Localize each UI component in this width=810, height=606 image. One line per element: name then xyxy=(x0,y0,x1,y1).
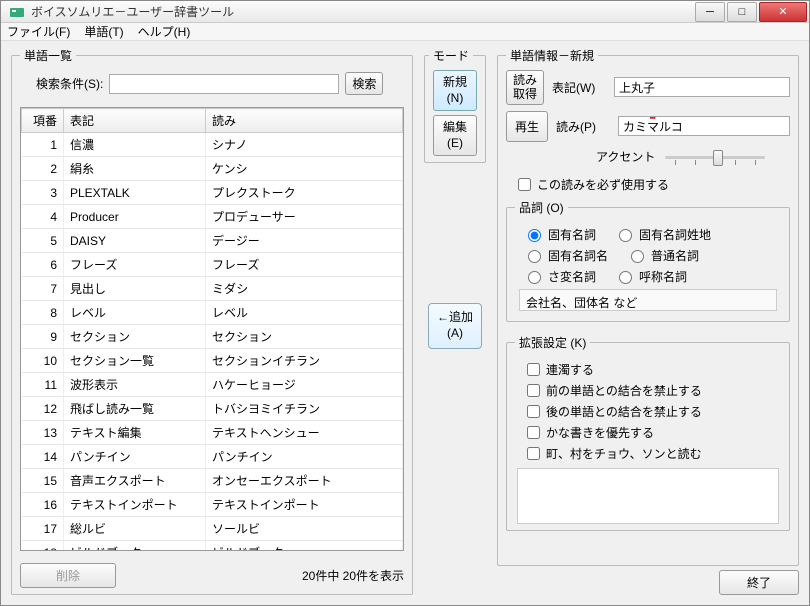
ext-chou-checkbox[interactable] xyxy=(527,447,540,460)
right-column: 単語情報－新規 読み 取得 表記(W) 再生 読み(P) ━ アクセント xyxy=(497,47,799,595)
menu-help[interactable]: ヘルプ(H) xyxy=(138,23,191,40)
get-reading-button[interactable]: 読み 取得 xyxy=(506,70,544,105)
table-row[interactable]: 3PLEXTALKプレクストーク xyxy=(22,181,403,205)
table-row[interactable]: 16テキストインポートテキストインポート xyxy=(22,493,403,517)
radio-sahen[interactable]: さ変名詞 xyxy=(523,268,596,285)
table-row[interactable]: 17総ルビソールビ xyxy=(22,517,403,541)
ext-notes xyxy=(517,468,779,524)
ext-panel: 拡張設定 (K) 連濁する 前の単語との結合を禁止する 後の単語との結合を禁止す… xyxy=(506,334,790,531)
radio-koyuu[interactable]: 固有名詞 xyxy=(523,226,596,243)
hyoki-input[interactable] xyxy=(614,77,790,97)
table-row[interactable]: 1信濃シナノ xyxy=(22,133,403,157)
content: 単語一覧 検索条件(S): 検索 項番 表記 読み 1信濃シナノ2絹糸ケンシ3P… xyxy=(1,41,809,605)
hyoki-label: 表記(W) xyxy=(552,79,606,96)
yomi-input[interactable] xyxy=(618,116,790,136)
table-footer: 削除 20件中 20件を表示 xyxy=(20,563,404,588)
table-row[interactable]: 4Producerプロデューサー xyxy=(22,205,403,229)
hinshi-legend: 品詞 (O) xyxy=(515,199,568,216)
search-row: 検索条件(S): 検索 xyxy=(36,72,404,95)
table-row[interactable]: 10セクション一覧セクションイチラン xyxy=(22,349,403,373)
yomi-row: 再生 読み(P) ━ xyxy=(506,111,790,142)
window-buttons: ─ □ ✕ xyxy=(693,2,807,22)
col-hyoki[interactable]: 表記 xyxy=(64,109,206,133)
table-row[interactable]: 12飛ばし読み一覧トバシヨミイチラン xyxy=(22,397,403,421)
mode-legend: モード xyxy=(429,47,473,64)
radio-koshou[interactable]: 呼称名詞 xyxy=(614,268,687,285)
hyoki-row: 読み 取得 表記(W) xyxy=(506,70,790,105)
ext-kana-checkbox[interactable] xyxy=(527,426,540,439)
mode-new-button[interactable]: 新規 (N) xyxy=(433,70,477,111)
yomi-label: 読み(P) xyxy=(556,118,610,135)
radio-koyuu-sei[interactable]: 固有名詞姓地 xyxy=(614,226,711,243)
hinshi-radios: 固有名詞 固有名詞姓地 固有名詞名 普通名詞 さ変名詞 呼称名詞 xyxy=(523,226,781,285)
ext-nonext-checkbox[interactable] xyxy=(527,405,540,418)
table-row[interactable]: 14パンチインパンチイン xyxy=(22,445,403,469)
exit-button[interactable]: 終了 xyxy=(719,570,799,595)
slider-thumb-icon[interactable] xyxy=(713,150,723,166)
ext-noprev-checkbox[interactable] xyxy=(527,384,540,397)
table-row[interactable]: 9セクションセクション xyxy=(22,325,403,349)
always-use-checkbox[interactable] xyxy=(518,178,531,191)
app-icon xyxy=(9,4,25,20)
play-button[interactable]: 再生 xyxy=(506,111,548,142)
radio-koyuu-mei[interactable]: 固有名詞名 xyxy=(523,247,608,264)
add-button[interactable]: ←追加 (A) xyxy=(428,303,482,348)
window-title: ボイスソムリエ－ユーザー辞書ツール xyxy=(31,3,693,20)
table-row[interactable]: 7見出しミダシ xyxy=(22,277,403,301)
ext-rendaku-checkbox[interactable] xyxy=(527,363,540,376)
maximize-button[interactable]: □ xyxy=(727,2,757,22)
mid-column: モード 新規 (N) 編集 (E) ←追加 (A) xyxy=(421,47,489,595)
always-use-label: この読みを必ず使用する xyxy=(537,176,669,193)
table-row[interactable]: 2絹糸ケンシ xyxy=(22,157,403,181)
app-window: ボイスソムリエ－ユーザー辞書ツール ─ □ ✕ ファイル(F) 単語(T) ヘル… xyxy=(0,0,810,606)
footer: 終了 xyxy=(497,566,799,595)
ext-legend: 拡張設定 (K) xyxy=(515,334,590,351)
minimize-button[interactable]: ─ xyxy=(695,2,725,22)
table-row[interactable]: 18ビルドブックビルドブック xyxy=(22,541,403,552)
hinshi-desc: 会社名、団体名 など xyxy=(519,289,777,311)
close-button[interactable]: ✕ xyxy=(759,2,807,22)
accent-row: アクセント xyxy=(596,148,790,166)
table-row[interactable]: 5DAISYデージー xyxy=(22,229,403,253)
word-info-panel: 単語情報－新規 読み 取得 表記(W) 再生 読み(P) ━ アクセント xyxy=(497,47,799,566)
word-table-wrap[interactable]: 項番 表記 読み 1信濃シナノ2絹糸ケンシ3PLEXTALKプレクストーク4Pr… xyxy=(20,107,404,551)
search-label: 検索条件(S): xyxy=(36,75,103,92)
word-info-legend: 単語情報－新規 xyxy=(506,47,598,64)
menu-word[interactable]: 単語(T) xyxy=(84,23,123,40)
table-row[interactable]: 13テキスト編集テキストヘンシュー xyxy=(22,421,403,445)
table-row[interactable]: 6フレーズフレーズ xyxy=(22,253,403,277)
mode-panel: モード 新規 (N) 編集 (E) xyxy=(424,47,486,163)
accent-slider[interactable] xyxy=(665,148,765,166)
hinshi-panel: 品詞 (O) 固有名詞 固有名詞姓地 固有名詞名 普通名詞 さ変名詞 呼称名詞 … xyxy=(506,199,790,322)
menubar: ファイル(F) 単語(T) ヘルプ(H) xyxy=(1,23,809,41)
word-list-legend: 単語一覧 xyxy=(20,47,76,64)
status-text: 20件中 20件を表示 xyxy=(302,567,404,584)
search-input[interactable] xyxy=(109,74,339,94)
word-list-panel: 単語一覧 検索条件(S): 検索 項番 表記 読み 1信濃シナノ2絹糸ケンシ3P… xyxy=(11,47,413,595)
accent-mark-icon: ━ xyxy=(650,113,655,124)
radio-futsuu[interactable]: 普通名詞 xyxy=(626,247,699,264)
always-use-row: この読みを必ず使用する xyxy=(518,176,790,193)
menu-file[interactable]: ファイル(F) xyxy=(7,23,70,40)
accent-label: アクセント xyxy=(596,148,655,165)
mode-edit-button[interactable]: 編集 (E) xyxy=(433,115,477,156)
word-table: 項番 表記 読み 1信濃シナノ2絹糸ケンシ3PLEXTALKプレクストーク4Pr… xyxy=(21,108,403,551)
table-row[interactable]: 15音声エクスポートオンセーエクスポート xyxy=(22,469,403,493)
table-row[interactable]: 8レベルレベル xyxy=(22,301,403,325)
search-button[interactable]: 検索 xyxy=(345,72,383,95)
col-yomi[interactable]: 読み xyxy=(206,109,403,133)
titlebar: ボイスソムリエ－ユーザー辞書ツール ─ □ ✕ xyxy=(1,1,809,23)
col-num[interactable]: 項番 xyxy=(22,109,64,133)
delete-button[interactable]: 削除 xyxy=(20,563,116,588)
table-row[interactable]: 11波形表示ハケーヒョージ xyxy=(22,373,403,397)
